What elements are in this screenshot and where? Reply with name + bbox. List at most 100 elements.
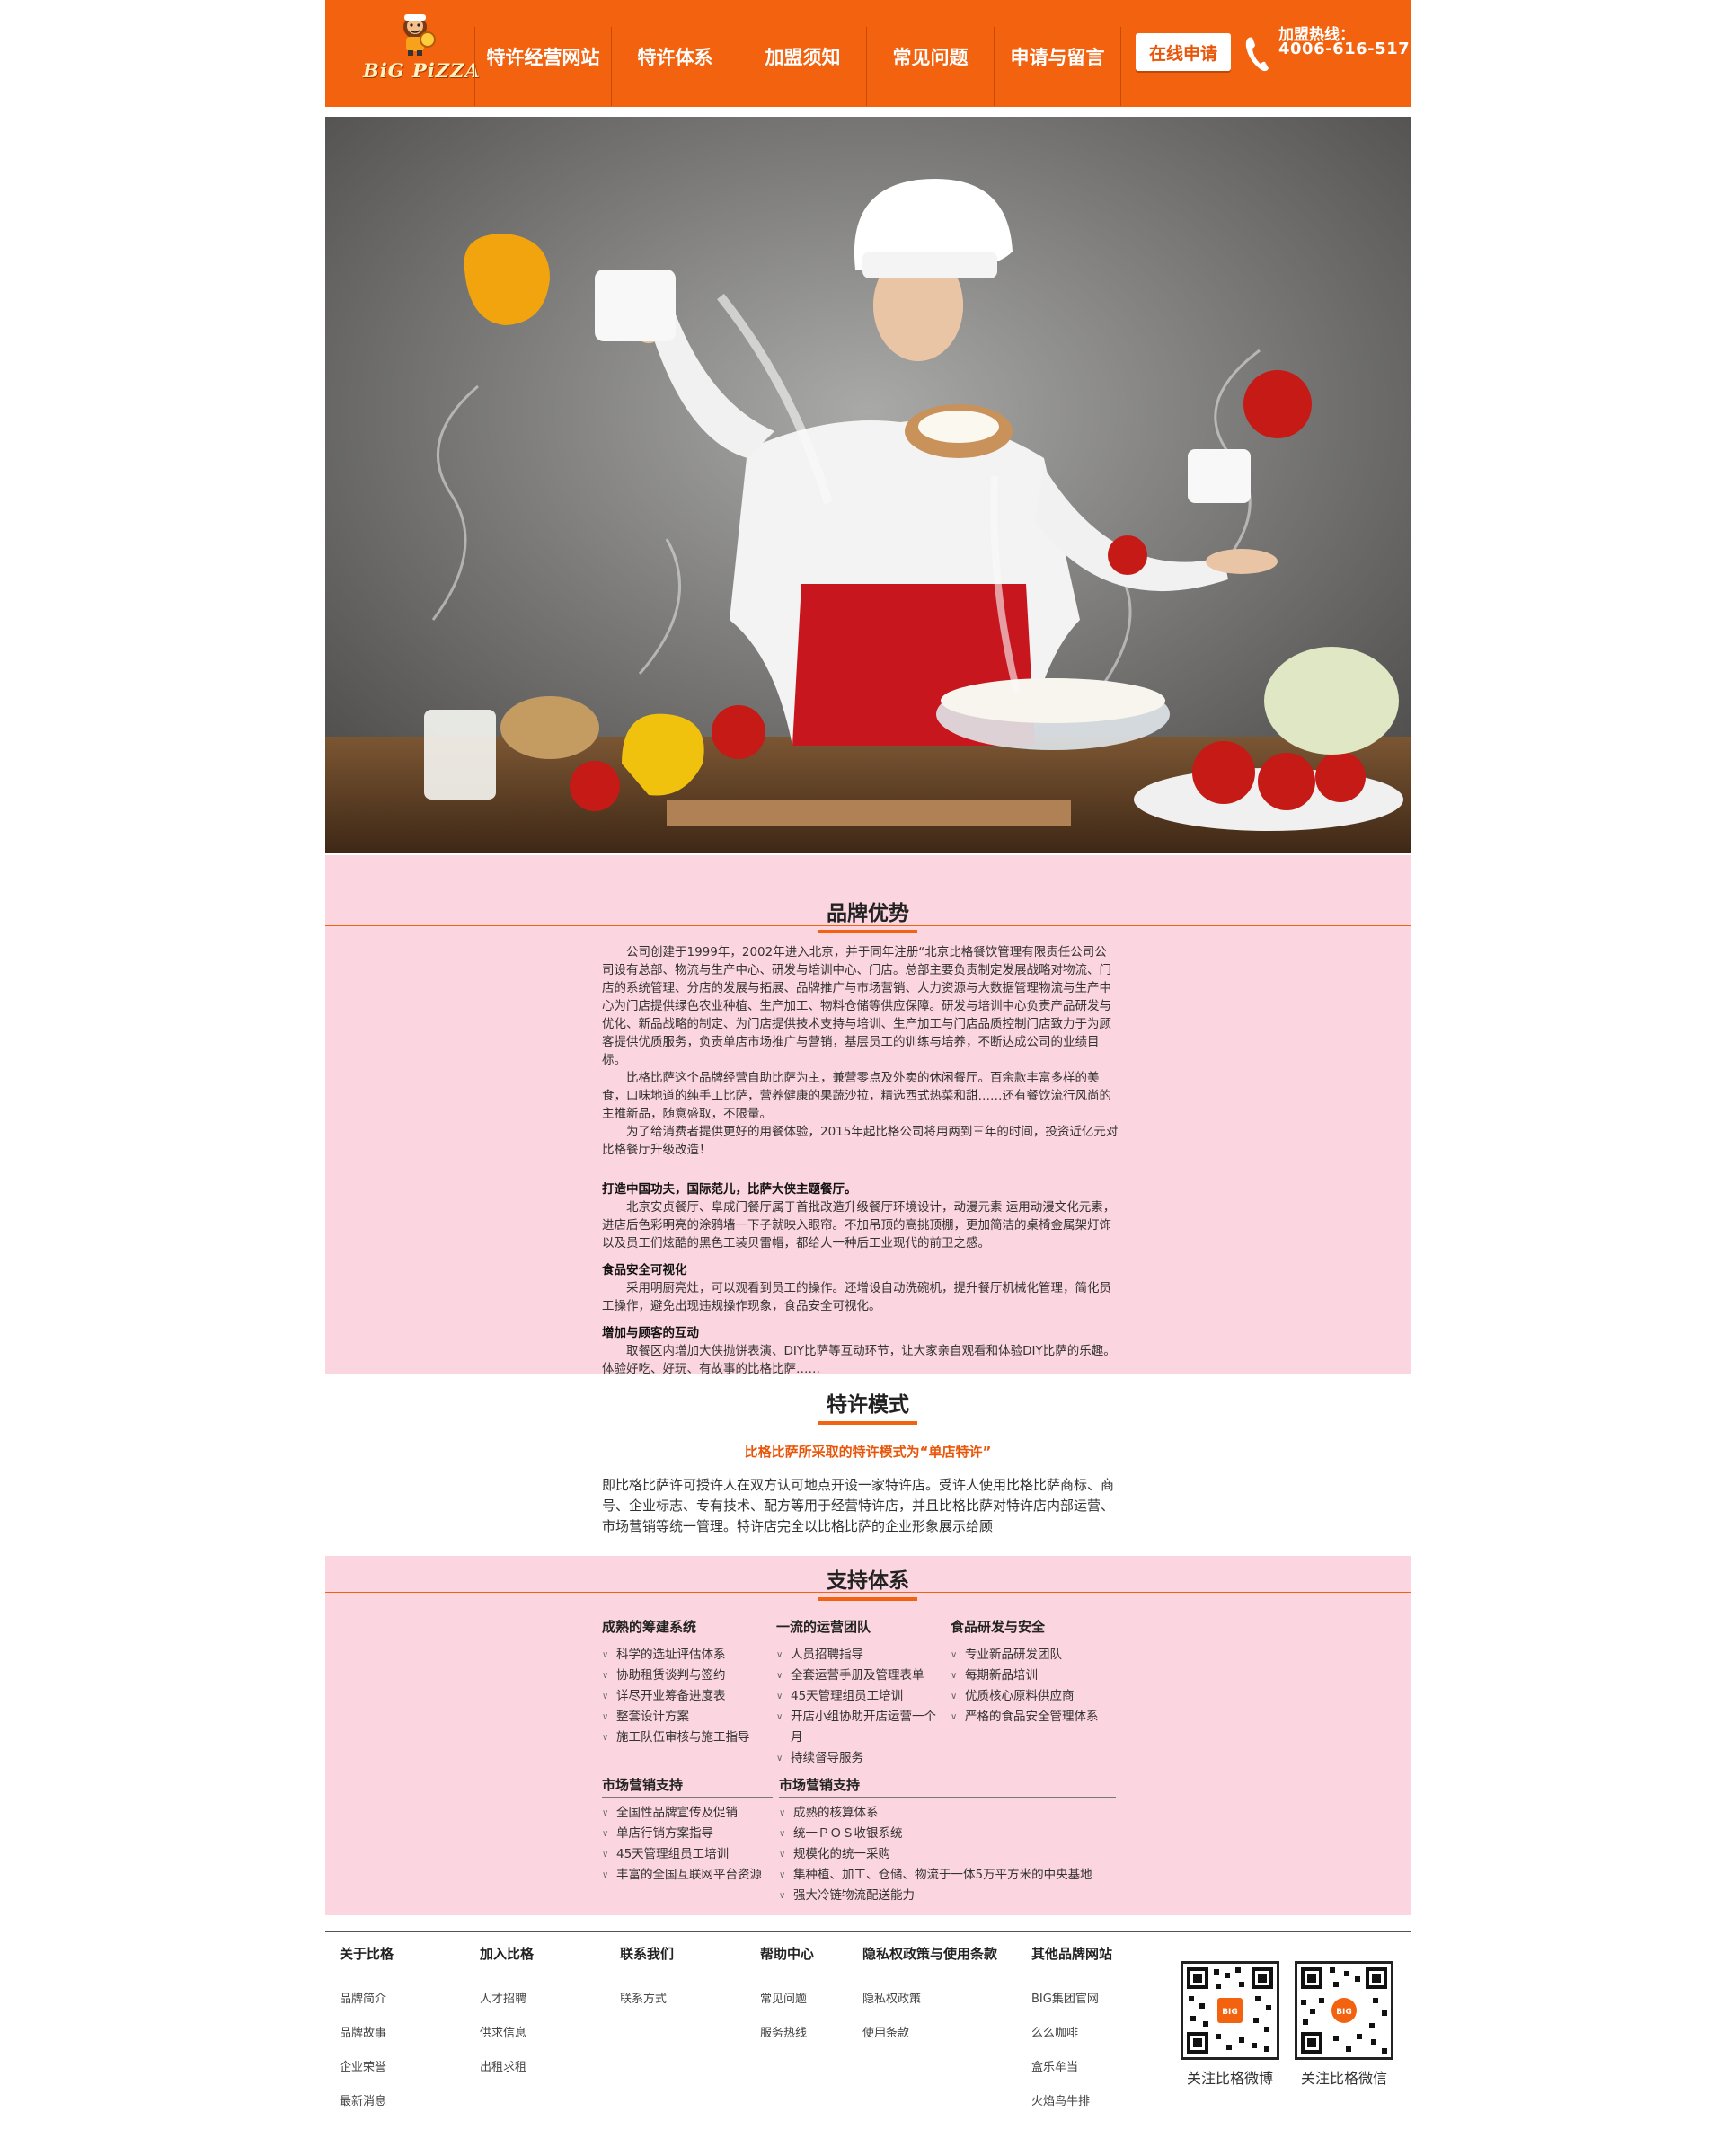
nav-franchise-site[interactable]: 特许经营网站 bbox=[474, 27, 611, 106]
footer-column-title: 关于比格 bbox=[340, 1946, 394, 1962]
footer-link[interactable]: 火焰鸟牛排 bbox=[1031, 2085, 1112, 2119]
footer-link[interactable]: 盒乐牟当 bbox=[1031, 2051, 1112, 2085]
logo-text: BiG PiZZA bbox=[363, 59, 481, 82]
support-item: 协助租赁谈判与签约 bbox=[602, 1666, 768, 1686]
footer-column-privacy: 隐私权政策与使用条款 隐私权政策 使用条款 bbox=[862, 1944, 997, 2051]
section-divider bbox=[325, 1592, 1411, 1593]
support-item: 集种植、加工、仓储、物流于一体5万平方米的中央基地 bbox=[779, 1865, 1116, 1886]
footer-link[interactable]: 么么咖啡 bbox=[1031, 2017, 1112, 2051]
footer-link[interactable]: 品牌故事 bbox=[340, 2017, 394, 2051]
support-item: 45天管理组员工培训 bbox=[776, 1686, 938, 1707]
pizza-chef-mascot-icon bbox=[403, 14, 436, 56]
support-item: 详尽开业筹备进度表 bbox=[602, 1686, 768, 1707]
support-column-title: 市场营销支持 bbox=[779, 1775, 1116, 1798]
support-item: 持续督导服务 bbox=[776, 1748, 938, 1769]
support-system-section: 支持体系 成熟的筹建系统 科学的选址评估体系 协助租赁谈判与签约 详尽开业筹备进… bbox=[325, 1556, 1411, 1915]
support-item: 整套设计方案 bbox=[602, 1707, 768, 1727]
franchise-model-subtitle: 比格比萨所采取的特许模式为“单店特许” bbox=[744, 1444, 992, 1460]
footer-link[interactable]: 使用条款 bbox=[862, 2017, 997, 2051]
footer-column-other-brands: 其他品牌网站 BIG集团官网 么么咖啡 盒乐牟当 火焰鸟牛排 bbox=[1031, 1944, 1112, 2119]
hero-banner-image bbox=[325, 117, 1411, 853]
support-item: 45天管理组员工培训 bbox=[602, 1844, 773, 1865]
svg-text:BIG: BIG bbox=[1336, 2008, 1352, 2017]
feature-title: 食品安全可视化 bbox=[602, 1263, 687, 1277]
footer-link[interactable]: 联系方式 bbox=[620, 1983, 674, 2017]
weibo-qr-caption: 关注比格微博 bbox=[1186, 2070, 1273, 2087]
footer-divider bbox=[325, 1931, 1411, 1932]
support-item: 强大冷链物流配送能力 bbox=[779, 1886, 1116, 1906]
footer-link[interactable]: 隐私权政策 bbox=[862, 1983, 997, 2017]
support-item: 每期新品培训 bbox=[951, 1666, 1112, 1686]
brand-advantage-section: 品牌优势 公司创建于1999年，2002年进入北京，并于同年注册“北京比格餐饮管… bbox=[325, 855, 1411, 1376]
franchise-model-text: 即比格比萨许可授许人在双方认可地点开设一家特许店。受许人使用比格比萨商标、商号、… bbox=[602, 1477, 1115, 1534]
support-item: 丰富的全国互联网平台资源 bbox=[602, 1865, 773, 1886]
section-title: 支持体系 bbox=[325, 1563, 1411, 1601]
support-column: 食品研发与安全 专业新品研发团队 每期新品培训 优质核心原料供应商 严格的食品安… bbox=[951, 1617, 1112, 1727]
nav-franchise-system[interactable]: 特许体系 bbox=[611, 27, 739, 106]
support-item: 全套运营手册及管理表单 bbox=[776, 1666, 938, 1686]
support-item: 严格的食品安全管理体系 bbox=[951, 1707, 1112, 1727]
support-column-title: 成熟的筹建系统 bbox=[602, 1617, 768, 1639]
support-column-title: 市场营销支持 bbox=[602, 1775, 773, 1798]
footer-column-about: 关于比格 品牌简介 品牌故事 企业荣誉 最新消息 bbox=[340, 1944, 394, 2119]
section-title: 品牌优势 bbox=[325, 896, 1411, 933]
brand-paragraph: 为了给消费者提供更好的用餐体验，2015年起比格公司将用两到三年的时间，投资近亿… bbox=[602, 1125, 1119, 1157]
franchise-model-title: 特许模式 bbox=[827, 1393, 909, 1417]
feature-title: 打造中国功夫，国际范儿，比萨大侠主题餐厅。 bbox=[602, 1182, 857, 1197]
chef-cooking-illustration bbox=[325, 117, 1411, 853]
footer-column-title: 联系我们 bbox=[620, 1946, 675, 1962]
title-underline bbox=[818, 1421, 917, 1425]
qr-code-icon: BIG bbox=[1301, 1967, 1387, 2054]
title-underline bbox=[818, 930, 917, 933]
support-item: 开店小组协助开店运营一个月 bbox=[776, 1707, 938, 1748]
hotline-number: 4006-616-517 bbox=[1278, 40, 1411, 58]
phone-icon bbox=[1245, 37, 1269, 72]
footer-link[interactable]: 品牌简介 bbox=[340, 1983, 394, 2017]
nav-faq[interactable]: 常见问题 bbox=[866, 27, 994, 106]
support-system-title: 支持体系 bbox=[827, 1569, 909, 1593]
brand-advantage-title: 品牌优势 bbox=[827, 902, 909, 925]
support-item: 全国性品牌宣传及促销 bbox=[602, 1803, 773, 1824]
feature-title: 增加与顾客的互动 bbox=[602, 1326, 699, 1340]
brand-paragraph: 比格比萨这个品牌经营自助比萨为主，兼营零点及外卖的休闲餐厅。百余款丰富多样的美食… bbox=[602, 1071, 1111, 1121]
footer-column-title: 帮助中心 bbox=[760, 1946, 815, 1962]
footer-column-title: 其他品牌网站 bbox=[1031, 1946, 1113, 1962]
section-title: 特许模式 bbox=[325, 1387, 1411, 1425]
footer-link[interactable]: 最新消息 bbox=[340, 2085, 394, 2119]
footer-column-join: 加入比格 人才招聘 供求信息 出租求租 bbox=[480, 1944, 534, 2085]
svg-text:BIG: BIG bbox=[1222, 2008, 1238, 2017]
support-column: 一流的运营团队 人员招聘指导 全套运营手册及管理表单 45天管理组员工培训 开店… bbox=[776, 1617, 938, 1769]
footer-link[interactable]: 供求信息 bbox=[480, 2017, 534, 2051]
footer-link[interactable]: 常见问题 bbox=[760, 1983, 814, 2017]
support-column: 成熟的筹建系统 科学的选址评估体系 协助租赁谈判与签约 详尽开业筹备进度表 整套… bbox=[602, 1617, 768, 1748]
nav-join-notice[interactable]: 加盟须知 bbox=[739, 27, 866, 106]
footer-link[interactable]: 人才招聘 bbox=[480, 1983, 534, 2017]
nav-apply-message[interactable]: 申请与留言 bbox=[994, 27, 1121, 106]
footer-column-contact: 联系我们 联系方式 bbox=[620, 1944, 674, 2017]
feature-text: 北京安贞餐厅、阜成门餐厅属于首批改造升级餐厅环境设计，动漫元素 运用动漫文化元素… bbox=[602, 1200, 1116, 1250]
footer-column-title: 隐私权政策与使用条款 bbox=[862, 1946, 998, 1962]
support-item: 规模化的统一采购 bbox=[779, 1844, 1116, 1865]
brand-logo[interactable]: BiG PiZZA bbox=[356, 7, 482, 97]
online-apply-button[interactable]: 在线申请 bbox=[1136, 33, 1231, 71]
support-item: 施工队伍审核与施工指导 bbox=[602, 1727, 768, 1748]
franchise-model-section: 特许模式 比格比萨所采取的特许模式为“单店特许” 即比格比萨许可授许人在双方认可… bbox=[325, 1374, 1411, 1554]
title-underline bbox=[818, 1597, 917, 1601]
footer-column-help: 帮助中心 常见问题 服务热线 bbox=[760, 1944, 814, 2051]
main-nav: 特许经营网站 特许体系 加盟须知 常见问题 申请与留言 bbox=[474, 27, 1121, 106]
wechat-qr-code: BIG bbox=[1295, 1961, 1393, 2060]
support-column-title: 食品研发与安全 bbox=[951, 1617, 1112, 1639]
qr-code-icon: BIG bbox=[1187, 1967, 1273, 2054]
support-column: 市场营销支持 成熟的核算体系 统一ＰＯＳ收银系统 规模化的统一采购 集种植、加工… bbox=[779, 1775, 1116, 1906]
support-item: 人员招聘指导 bbox=[776, 1645, 938, 1666]
footer-link[interactable]: 出租求租 bbox=[480, 2051, 534, 2085]
brand-body-text: 公司创建于1999年，2002年进入北京，并于同年注册“北京比格餐饮管理有限责任… bbox=[602, 943, 1119, 1378]
footer-link[interactable]: BIG集团官网 bbox=[1031, 1983, 1112, 2017]
support-item: 统一ＰＯＳ收银系统 bbox=[779, 1824, 1116, 1844]
footer-link[interactable]: 服务热线 bbox=[760, 2017, 814, 2051]
footer-link[interactable]: 企业荣誉 bbox=[340, 2051, 394, 2085]
footer-column-title: 加入比格 bbox=[480, 1946, 535, 1962]
section-divider bbox=[325, 925, 1411, 926]
top-header: BiG PiZZA 特许经营网站 特许体系 加盟须知 常见问题 申请与留言 在线… bbox=[325, 0, 1411, 107]
weibo-qr-code: BIG bbox=[1181, 1961, 1279, 2060]
